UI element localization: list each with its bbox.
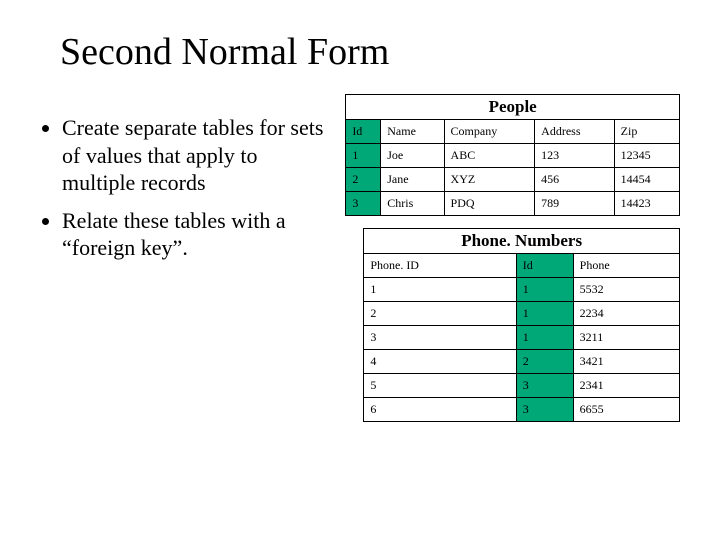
cell: ABC bbox=[444, 144, 535, 168]
cell: 3211 bbox=[573, 326, 679, 350]
table-header-row: Phone. ID Id Phone bbox=[364, 254, 680, 278]
table-row: 2 1 2234 bbox=[364, 302, 680, 326]
cell: 1 bbox=[516, 302, 573, 326]
cell: 3 bbox=[516, 398, 573, 422]
content-row: Create separate tables for sets of value… bbox=[40, 94, 680, 422]
spacer bbox=[345, 216, 680, 228]
table-row: 1 Joe ABC 123 12345 bbox=[346, 144, 680, 168]
bullet-item: Create separate tables for sets of value… bbox=[62, 114, 335, 197]
cell: 3 bbox=[516, 374, 573, 398]
cell: Joe bbox=[381, 144, 444, 168]
phones-table: Phone. ID Id Phone 1 1 5532 2 1 2234 bbox=[363, 253, 680, 422]
cell: 1 bbox=[516, 326, 573, 350]
people-table: Id Name Company Address Zip 1 Joe ABC 12… bbox=[345, 119, 680, 216]
table-row: 2 Jane XYZ 456 14454 bbox=[346, 168, 680, 192]
cell: 5532 bbox=[573, 278, 679, 302]
cell: 2 bbox=[516, 350, 573, 374]
col-phone: Phone bbox=[573, 254, 679, 278]
slide: Second Normal Form Create separate table… bbox=[0, 0, 720, 540]
cell: 789 bbox=[535, 192, 614, 216]
cell: 2 bbox=[364, 302, 516, 326]
cell: 2234 bbox=[573, 302, 679, 326]
col-id: Id bbox=[516, 254, 573, 278]
col-phoneid: Phone. ID bbox=[364, 254, 516, 278]
cell: 3421 bbox=[573, 350, 679, 374]
phones-wrapper: Phone. Numbers Phone. ID Id Phone 1 1 55… bbox=[345, 228, 680, 422]
col-name: Name bbox=[381, 120, 444, 144]
cell: 3 bbox=[364, 326, 516, 350]
table-row: 3 Chris PDQ 789 14423 bbox=[346, 192, 680, 216]
cell: 14454 bbox=[614, 168, 679, 192]
cell: 456 bbox=[535, 168, 614, 192]
table-row: 3 1 3211 bbox=[364, 326, 680, 350]
cell: 123 bbox=[535, 144, 614, 168]
cell: 1 bbox=[346, 144, 381, 168]
table-row: 4 2 3421 bbox=[364, 350, 680, 374]
cell: 12345 bbox=[614, 144, 679, 168]
cell: XYZ bbox=[444, 168, 535, 192]
left-column: Create separate tables for sets of value… bbox=[40, 94, 345, 422]
cell: Chris bbox=[381, 192, 444, 216]
right-column: People Id Name Company Address Zip 1 Joe… bbox=[345, 94, 680, 422]
col-id: Id bbox=[346, 120, 381, 144]
cell: 3 bbox=[346, 192, 381, 216]
cell: PDQ bbox=[444, 192, 535, 216]
col-address: Address bbox=[535, 120, 614, 144]
cell: 1 bbox=[516, 278, 573, 302]
col-company: Company bbox=[444, 120, 535, 144]
cell: 5 bbox=[364, 374, 516, 398]
people-table-title: People bbox=[345, 94, 680, 119]
cell: 6655 bbox=[573, 398, 679, 422]
slide-title: Second Normal Form bbox=[60, 30, 680, 74]
bullet-list: Create separate tables for sets of value… bbox=[40, 114, 335, 262]
cell: 14423 bbox=[614, 192, 679, 216]
table-row: 6 3 6655 bbox=[364, 398, 680, 422]
bullet-item: Relate these tables with a “foreign key”… bbox=[62, 207, 335, 262]
cell: 1 bbox=[364, 278, 516, 302]
table-row: 5 3 2341 bbox=[364, 374, 680, 398]
table-row: 1 1 5532 bbox=[364, 278, 680, 302]
cell: 6 bbox=[364, 398, 516, 422]
cell: 4 bbox=[364, 350, 516, 374]
phones-table-title: Phone. Numbers bbox=[363, 228, 680, 253]
cell: Jane bbox=[381, 168, 444, 192]
col-zip: Zip bbox=[614, 120, 679, 144]
cell: 2341 bbox=[573, 374, 679, 398]
cell: 2 bbox=[346, 168, 381, 192]
table-header-row: Id Name Company Address Zip bbox=[346, 120, 680, 144]
